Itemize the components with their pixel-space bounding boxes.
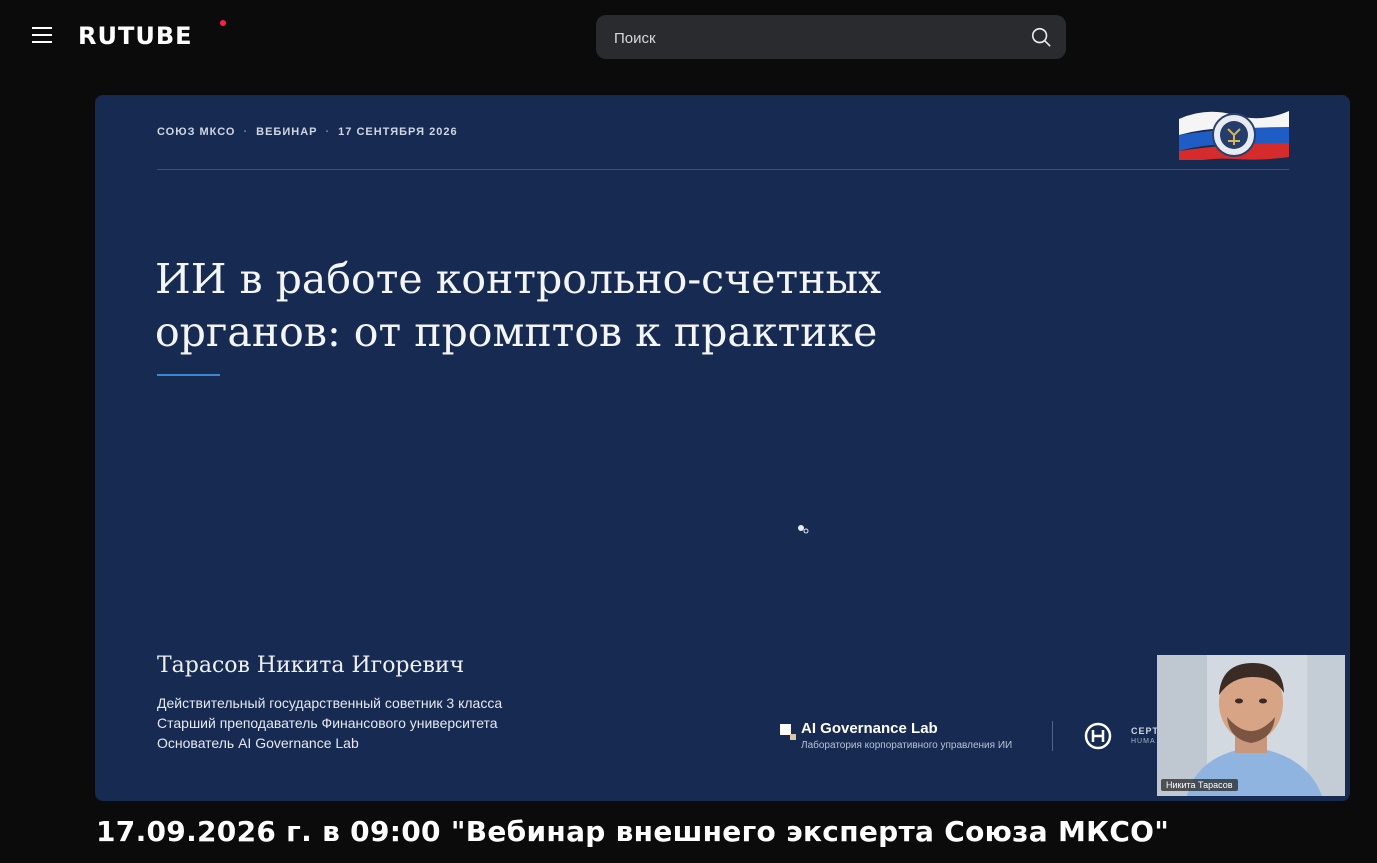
ai-governance-lab-logo-icon (780, 724, 796, 740)
partner-text: HUMA (1131, 738, 1156, 745)
meta-org: СОЮЗ МКСО (157, 126, 236, 138)
video-player[interactable]: СОЮЗ МКСО · ВЕБИНАР · 17 СЕНТЯБРЯ 2026 ИИ в … (95, 95, 1350, 801)
title-underline (157, 374, 220, 376)
slide-title: ИИ в работе контрольно-счетных органов: … (155, 253, 1055, 359)
meta-type: ВЕБИНАР (256, 126, 318, 138)
lab-name: AI Governance Lab (801, 720, 938, 737)
speaker-video-image (1157, 655, 1345, 796)
search-input[interactable] (612, 15, 1016, 61)
partner-logo-icon (1084, 722, 1112, 750)
speaker-position: Основатель AI Governance Lab (157, 735, 359, 751)
video-title: 17.09.2026 г. в 09:00 "Вебинар внешнего … (96, 815, 1170, 848)
slide-title-line: ИИ в работе контрольно-счетных (155, 255, 882, 303)
webcam-name-label: Никита Тарасов (1161, 779, 1238, 791)
speaker-webcam: Никита Тарасов (1157, 655, 1345, 796)
meta-separator: · (325, 126, 331, 138)
top-bar: RUTUBE (0, 0, 1377, 74)
search-box (596, 15, 1066, 61)
slide-meta: СОЮЗ МКСО · ВЕБИНАР · 17 СЕНТЯБРЯ 2026 (157, 126, 458, 138)
logo-divider (1052, 721, 1053, 751)
lab-subtitle: Лаборатория корпоративного управления ИИ (801, 740, 1013, 751)
logo-dot (220, 20, 226, 26)
meta-date: 17 СЕНТЯБРЯ 2026 (338, 126, 458, 138)
slide-title-line: органов: от промптов к практике (155, 308, 878, 356)
partner-text: СЕРТ (1131, 726, 1159, 736)
rutube-logo[interactable]: RUTUBE (78, 22, 193, 50)
cursor-icon (798, 525, 809, 534)
speaker-position: Старший преподаватель Финансового универ… (157, 715, 498, 731)
speaker-position: Действительный государственный советник … (157, 695, 503, 711)
search-icon[interactable] (1030, 26, 1052, 48)
russian-flag-emblem-icon (1179, 111, 1289, 160)
speaker-name: Тарасов Никита Игоревич (157, 653, 465, 678)
menu-icon[interactable] (30, 27, 54, 47)
meta-separator: · (243, 126, 249, 138)
slide-divider (157, 169, 1289, 170)
